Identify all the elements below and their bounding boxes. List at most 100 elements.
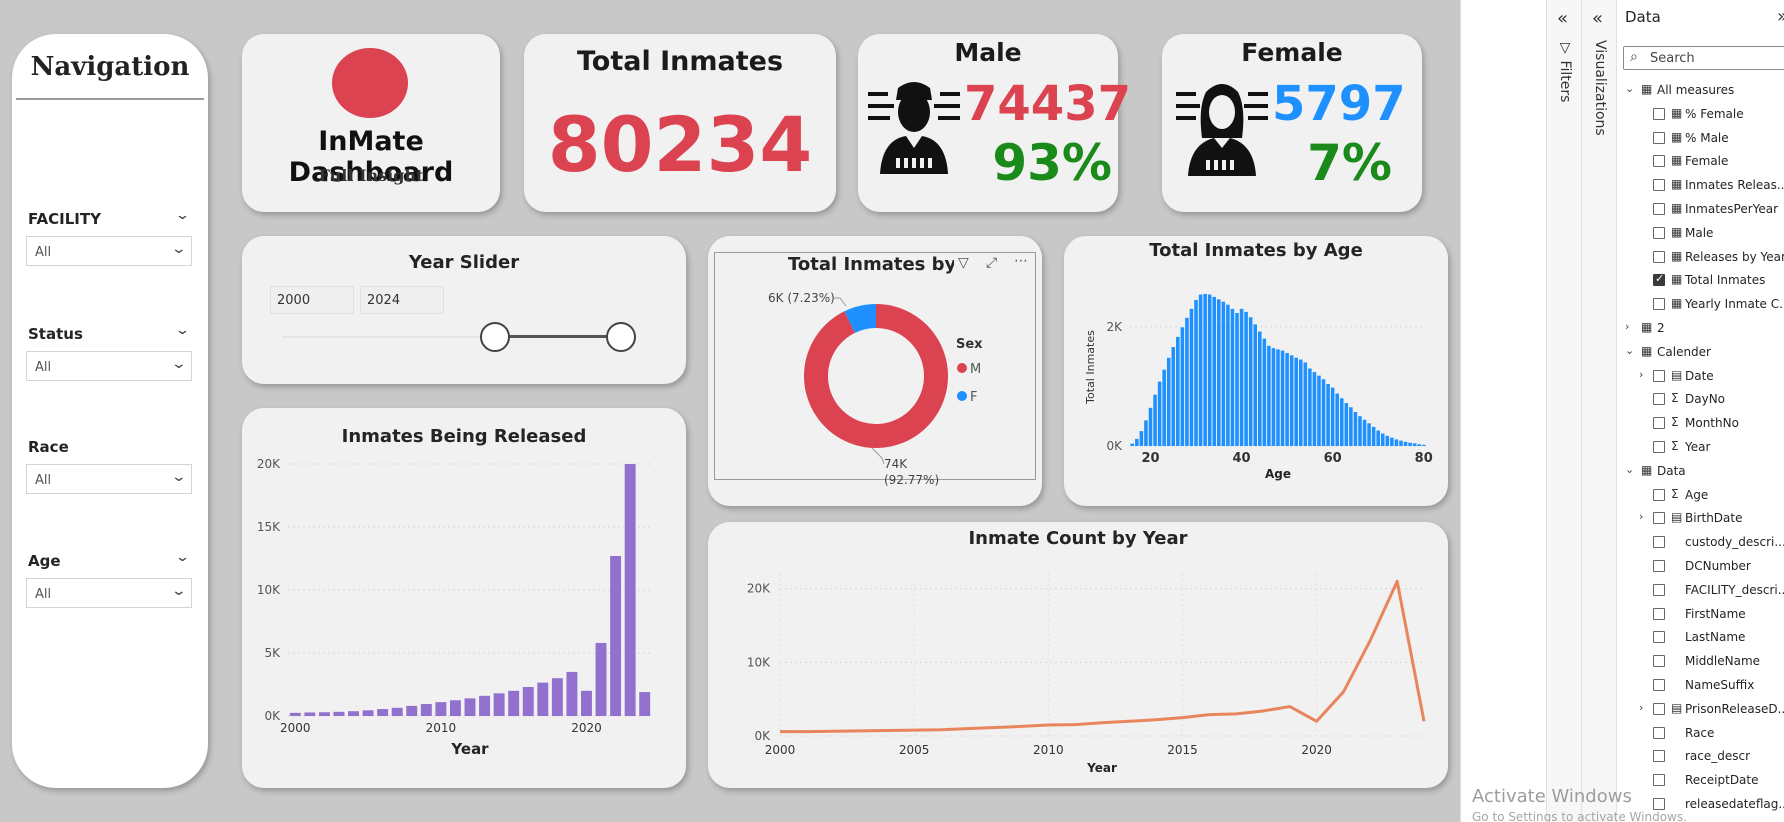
field-checkbox[interactable] (1653, 131, 1665, 144)
field-row[interactable]: LastName (1625, 627, 1784, 649)
field-name: Date (1685, 368, 1714, 383)
field-row[interactable]: FirstName (1625, 604, 1784, 626)
field-checkbox[interactable] (1653, 583, 1665, 596)
field-search-input[interactable]: ⌕ Search (1623, 46, 1784, 70)
slider-end-handle[interactable] (606, 322, 636, 352)
female-percent-value: 7% (1307, 134, 1392, 192)
age-dropdown-value: All (35, 587, 52, 602)
field-name: Releases by Year (1685, 249, 1784, 264)
field-name: DCNumber (1685, 559, 1751, 573)
field-row[interactable]: › ▦ 2 (1625, 318, 1784, 340)
facility-slicer-label: FACILITY (28, 210, 101, 228)
field-checkbox[interactable] (1653, 607, 1665, 620)
field-row[interactable]: ▦% Female (1625, 104, 1784, 126)
field-row[interactable]: Σ DayNo (1625, 389, 1784, 411)
field-row[interactable]: Σ Age (1625, 485, 1784, 507)
x-tick-label: 60 (1324, 451, 1342, 466)
age-dropdown[interactable]: All ⌄ (26, 578, 192, 608)
facility-slicer-collapse-icon[interactable]: ⌄ (175, 208, 190, 223)
expand-filters-icon[interactable]: « (1557, 8, 1568, 29)
field-checkbox[interactable] (1653, 226, 1665, 239)
data-pane-title: Data (1625, 8, 1661, 26)
field-row[interactable]: custody_descri... (1625, 532, 1784, 554)
expand-chevron-icon[interactable]: › (1639, 701, 1649, 714)
year-from-input[interactable]: 2000 (270, 286, 354, 314)
field-row[interactable]: ▦ Male (1625, 223, 1784, 245)
field-checkbox[interactable] (1653, 631, 1665, 644)
field-row[interactable]: Race (1625, 723, 1784, 745)
field-checkbox[interactable] (1653, 512, 1665, 525)
field-checkbox[interactable] (1653, 655, 1665, 668)
field-row[interactable]: ⌄ ▦ Calender (1625, 342, 1784, 364)
field-checkbox[interactable] (1653, 798, 1665, 810)
status-slicer-collapse-icon[interactable]: ⌄ (175, 323, 190, 338)
field-name: releasedateflag... (1685, 797, 1784, 811)
field-row[interactable]: ReceiptDate (1625, 770, 1784, 792)
legend-marker-M (957, 363, 967, 373)
collapse-chevron-icon[interactable]: ⌄ (1625, 463, 1635, 476)
field-checkbox[interactable] (1653, 726, 1665, 739)
field-row[interactable]: ▦ Inmates Releas... (1625, 175, 1784, 197)
field-checkbox[interactable] (1653, 441, 1665, 453)
bar (1194, 299, 1198, 446)
field-checkbox[interactable] (1653, 369, 1665, 382)
field-checkbox[interactable] (1653, 560, 1665, 572)
year-slider-title: Year Slider (408, 252, 520, 273)
field-row[interactable]: ▦ Female (1625, 151, 1784, 173)
field-row[interactable]: ▦ InmatesPerYear (1625, 199, 1784, 221)
field-checkbox[interactable] (1653, 536, 1665, 549)
field-row[interactable]: ▦Total Inmates (1625, 270, 1784, 292)
expand-chevron-icon[interactable]: › (1639, 510, 1649, 523)
field-checkbox[interactable] (1653, 272, 1665, 287)
expand-chevron-icon[interactable]: › (1639, 368, 1649, 381)
bar (595, 642, 607, 716)
field-row[interactable]: ⌄ ▦ Data (1625, 461, 1784, 483)
year-to-input[interactable]: 2024 (360, 286, 444, 314)
field-row[interactable]: DCNumber (1625, 556, 1784, 578)
expand-visualizations-icon[interactable]: « (1592, 8, 1603, 29)
field-row[interactable]: FACILITY_descri... (1625, 580, 1784, 602)
field-row[interactable]: Σ MonthNo (1625, 413, 1784, 435)
field-checkbox[interactable] (1653, 393, 1665, 406)
field-row[interactable]: ⌄ ▦ All measures (1625, 80, 1784, 102)
bar (1412, 443, 1417, 446)
field-row[interactable]: ▦ Yearly Inmate C... (1625, 294, 1784, 316)
field-checkbox[interactable] (1653, 679, 1665, 691)
race-dropdown[interactable]: All ⌄ (26, 464, 192, 494)
bar (1280, 350, 1285, 446)
collapse-chevron-icon[interactable]: ⌄ (1625, 82, 1635, 95)
visualizations-pane[interactable]: « Visualizations (1581, 0, 1616, 822)
field-row[interactable]: ▦% Male (1625, 128, 1784, 150)
field-row[interactable]: NameSuffix (1625, 675, 1784, 697)
male-count-value: 74437 (964, 76, 1131, 132)
facility-dropdown[interactable]: All ⌄ (26, 236, 192, 266)
age-slicer-collapse-icon[interactable]: ⌄ (175, 550, 190, 565)
field-checkbox[interactable] (1653, 203, 1665, 215)
filters-pane[interactable]: « ▽ Filters (1546, 0, 1581, 822)
field-checkbox[interactable] (1653, 155, 1665, 168)
collapse-data-pane-icon[interactable]: » (1777, 6, 1784, 27)
field-checkbox[interactable] (1653, 179, 1665, 192)
field-row[interactable]: › ▤ BirthDate (1625, 508, 1784, 530)
field-checkbox[interactable] (1653, 417, 1665, 430)
field-checkbox[interactable] (1653, 774, 1665, 787)
slider-start-handle[interactable] (480, 322, 510, 352)
field-row[interactable]: › ▤ Date (1625, 366, 1784, 388)
status-dropdown[interactable]: All ⌄ (26, 351, 192, 381)
field-checkbox[interactable] (1653, 107, 1665, 120)
field-row[interactable]: race_descr (1625, 746, 1784, 768)
field-checkbox[interactable] (1653, 488, 1665, 501)
field-row[interactable]: ▦ Releases by Year (1625, 247, 1784, 269)
expand-chevron-icon[interactable]: › (1625, 320, 1635, 333)
field-row[interactable]: › ▤ PrisonReleaseD... (1625, 699, 1784, 721)
field-checkbox[interactable] (1653, 750, 1665, 763)
field-checkbox[interactable] (1653, 702, 1665, 715)
bar (1262, 338, 1267, 446)
field-checkbox[interactable] (1653, 298, 1665, 311)
bar (1421, 444, 1426, 446)
collapse-chevron-icon[interactable]: ⌄ (1625, 344, 1635, 357)
bar (1367, 423, 1371, 446)
field-row[interactable]: Σ Year (1625, 437, 1784, 459)
field-row[interactable]: MiddleName (1625, 651, 1784, 673)
field-checkbox[interactable] (1653, 250, 1665, 263)
